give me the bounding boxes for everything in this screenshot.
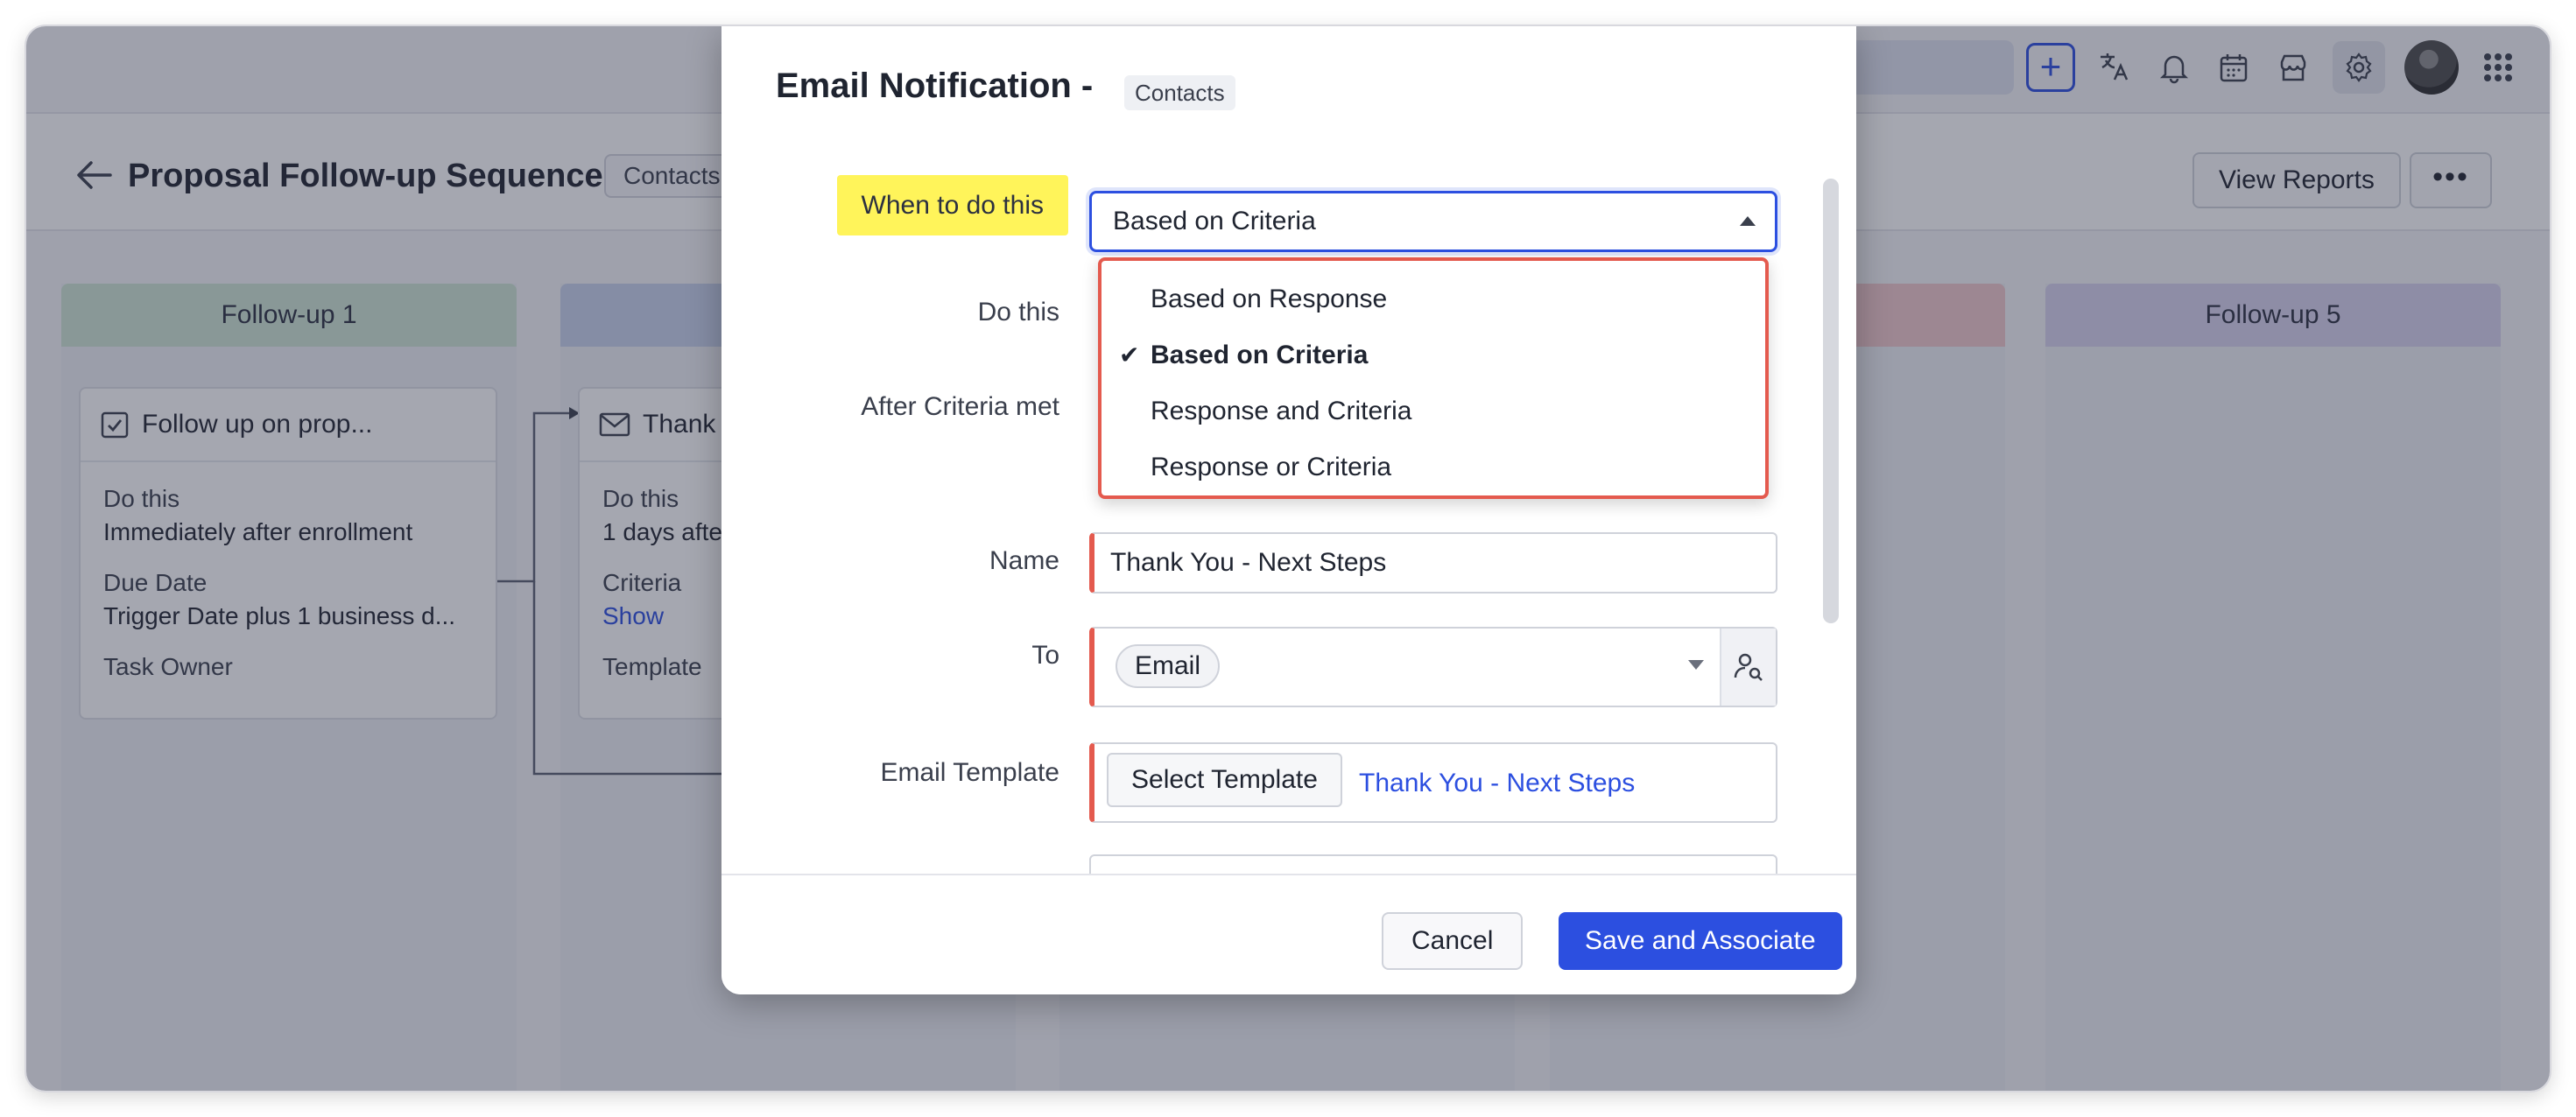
dialog-scrollbar[interactable]	[1823, 179, 1839, 623]
chevron-up-icon	[1740, 216, 1756, 226]
when-select[interactable]: Based on Criteria	[1089, 191, 1777, 252]
option-based-on-criteria[interactable]: ✔ Based on Criteria	[1101, 327, 1765, 383]
dialog-module-badge: Contacts	[1124, 75, 1235, 110]
when-label-text: When to do this	[836, 175, 1068, 235]
name-field-value: Thank You - Next Steps	[1110, 548, 1387, 577]
do-this-label: Do this	[977, 298, 1059, 327]
contact-picker-button[interactable]	[1720, 629, 1776, 706]
user-search-icon	[1734, 653, 1763, 681]
option-response-and-criteria[interactable]: Response and Criteria	[1101, 383, 1765, 439]
app-window: + Proposal Follow-up Sequence Contacts V…	[26, 26, 2550, 1091]
next-field[interactable]	[1089, 854, 1777, 874]
template-name-link[interactable]: Thank You - Next Steps	[1359, 769, 1635, 798]
email-notification-dialog: Email Notification - Contacts When to do…	[721, 26, 1856, 994]
to-label: To	[1031, 641, 1059, 670]
name-field[interactable]: Thank You - Next Steps	[1089, 532, 1777, 594]
cancel-button[interactable]: Cancel	[1382, 912, 1524, 970]
after-criteria-label: After Criteria met	[861, 392, 1059, 421]
to-field[interactable]: Email	[1089, 627, 1777, 707]
when-label: When to do this	[836, 175, 1068, 235]
recipient-chip[interactable]: Email	[1116, 644, 1221, 688]
dialog-body: When to do this Do this After Criteria m…	[721, 149, 1856, 874]
when-select-value: Based on Criteria	[1113, 207, 1316, 235]
checkmark-icon: ✔	[1119, 341, 1140, 369]
chevron-down-icon[interactable]	[1688, 660, 1704, 670]
dialog-title: Email Notification -	[776, 67, 1094, 105]
when-dropdown-menu: Based on Response ✔ Based on Criteria Res…	[1098, 257, 1769, 499]
option-based-on-response[interactable]: Based on Response	[1101, 271, 1765, 327]
select-template-button[interactable]: Select Template	[1107, 753, 1342, 807]
email-template-field: Select Template Thank You - Next Steps	[1089, 742, 1777, 823]
save-and-associate-button[interactable]: Save and Associate	[1559, 912, 1842, 970]
dialog-footer: Cancel Save and Associate	[721, 874, 1856, 994]
email-template-label: Email Template	[880, 758, 1059, 787]
name-label: Name	[989, 546, 1059, 575]
option-response-or-criteria[interactable]: Response or Criteria	[1101, 439, 1765, 495]
